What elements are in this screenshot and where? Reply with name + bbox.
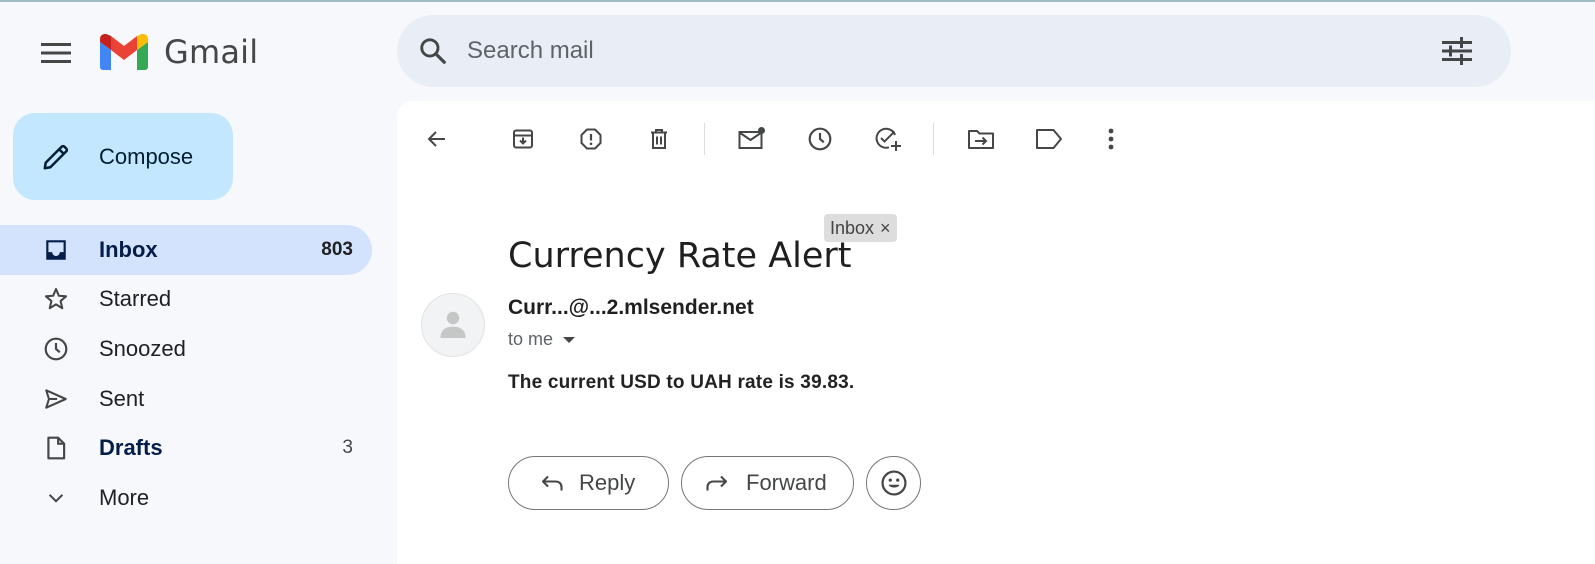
reply-button[interactable]: Reply [508,456,669,510]
send-icon [42,385,70,413]
search-input[interactable] [465,36,1419,66]
sidebar-item-label: More [99,484,150,510]
report-spam-icon [580,128,602,150]
label-button[interactable] [1029,119,1069,159]
snooze-icon [808,127,832,151]
recipient-text: to me [508,329,554,349]
message-subject: Currency Rate Alert [508,236,852,277]
back-button[interactable] [417,119,457,159]
avatar[interactable] [421,293,485,357]
reply-label: Reply [579,470,636,495]
emoji-smile-icon [880,470,907,496]
sidebar-item-snoozed[interactable]: Snoozed [0,324,372,374]
compose-button[interactable]: Compose [13,113,233,200]
compose-label: Compose [99,143,194,169]
label-icon [1036,129,1062,149]
person-icon [440,311,466,338]
remove-label-icon[interactable]: × [880,218,891,239]
delete-icon [651,129,667,149]
chevron-down-icon [42,484,70,512]
search-options-icon[interactable] [1441,35,1473,67]
hamburger-menu-icon [41,43,71,63]
forward-icon [706,475,728,491]
add-reaction-button[interactable] [866,456,921,510]
sidebar-item-more[interactable]: More [0,473,372,523]
drafts-count: 3 [342,437,353,459]
move-to-button[interactable] [961,119,1001,159]
sidebar-item-label: Inbox [99,236,158,262]
delete-button[interactable] [639,119,679,159]
sidebar-item-sent[interactable]: Sent [0,374,372,424]
message-view: Currency Rate Alert Inbox × Curr...@...2… [397,101,1595,564]
gmail-logo[interactable]: Gmail [100,33,258,71]
sidebar-item-label: Snoozed [99,335,186,361]
label-chip-text: Inbox [830,217,875,238]
snooze-button[interactable] [800,119,840,159]
window-top-border [0,0,1595,2]
sidebar-item-drafts[interactable]: Drafts 3 [0,423,372,473]
recipient-details-toggle[interactable]: to me [508,329,576,350]
forward-label: Forward [746,470,827,495]
add-to-tasks-button[interactable] [868,119,908,159]
search-icon[interactable] [415,33,451,69]
move-to-icon [968,130,994,149]
sidebar-nav: Inbox 803 Starred Snoozed Sent Drafts 3 … [0,225,372,523]
toolbar-divider [704,123,705,155]
sidebar-item-label: Sent [99,385,145,411]
sidebar-item-label: Drafts [99,435,163,461]
sidebar-item-label: Starred [99,286,172,312]
more-vert-icon [1108,128,1114,150]
clock-icon [42,335,70,363]
sidebar-item-inbox[interactable]: Inbox 803 [0,225,372,275]
archive-button[interactable] [503,119,543,159]
inbox-icon [42,236,70,264]
archive-icon [513,129,533,149]
report-spam-button[interactable] [571,119,611,159]
mark-unread-icon [738,127,765,149]
search-bar[interactable] [397,15,1511,87]
sender-name: Curr...@...2.mlsender.net [508,296,754,319]
more-options-button[interactable] [1091,119,1131,159]
toolbar-divider [933,123,934,155]
main-menu-button[interactable] [33,30,79,76]
mark-unread-button[interactable] [732,119,772,159]
pencil-icon [40,141,72,173]
forward-button[interactable]: Forward [681,456,854,510]
app-name: Gmail [164,33,259,71]
gmail-m-icon [100,34,148,70]
inbox-label-chip[interactable]: Inbox × [824,214,897,242]
draft-icon [42,434,70,462]
sidebar-item-starred[interactable]: Starred [0,275,372,325]
add-to-tasks-icon [875,127,901,151]
star-icon [42,285,70,313]
unread-count: 803 [321,238,353,260]
caret-down-icon [563,336,576,343]
message-body: The current USD to UAH rate is 39.83. [508,372,855,393]
reply-icon [541,475,563,491]
back-arrow-icon [427,131,445,147]
